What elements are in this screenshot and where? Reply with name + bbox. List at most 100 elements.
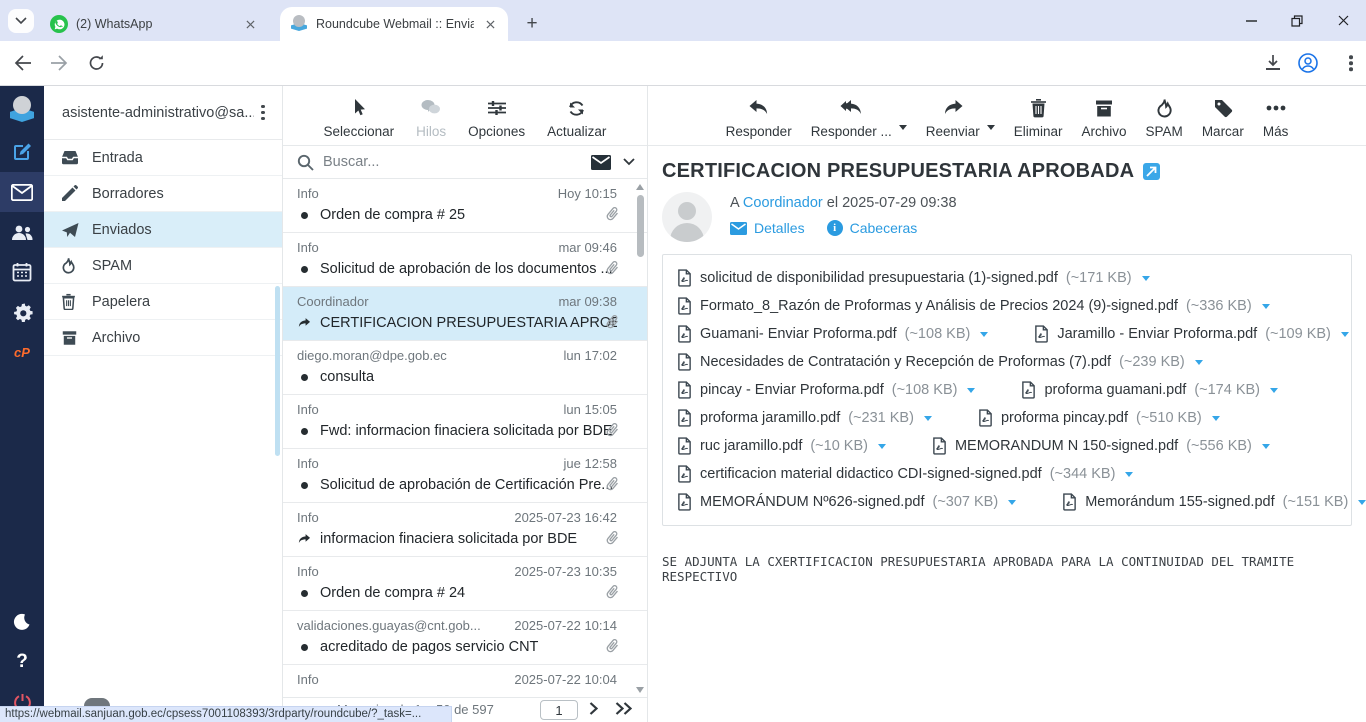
open-in-new-window-icon[interactable] <box>1143 163 1160 180</box>
spam-button[interactable]: SPAM <box>1146 95 1183 139</box>
help-icon[interactable]: ? <box>0 642 44 682</box>
search-scope-envelope-icon[interactable] <box>591 155 611 170</box>
attachment-dropdown-icon[interactable] <box>1262 444 1270 449</box>
forward-dropdown-icon[interactable] <box>987 125 995 130</box>
mark-button[interactable]: Marcar <box>1202 95 1244 139</box>
attachment-dropdown-icon[interactable] <box>1270 388 1278 393</box>
attachment-item[interactable]: Formato_8_Razón de Proformas y Análisis … <box>677 297 1270 315</box>
attachment-item[interactable]: MEMORANDUM N 150-signed.pdf(~556 KB) <box>932 437 1270 455</box>
mail-nav-icon[interactable] <box>0 172 44 212</box>
recipient-link[interactable]: Coordinador <box>743 195 823 211</box>
browser-menu-icon[interactable] <box>1342 55 1360 71</box>
message-list-item[interactable]: Info2025-07-23 16:42informacion finacier… <box>283 503 647 557</box>
attachment-item[interactable]: ruc jaramillo.pdf(~10 KB) <box>677 437 886 455</box>
attachment-item[interactable]: Jaramillo - Enviar Proforma.pdf(~109 KB) <box>1034 325 1349 343</box>
attachment-name[interactable]: certificacion material didactico CDI-sig… <box>700 466 1042 482</box>
attachment-name[interactable]: Memorándum 155-signed.pdf <box>1085 494 1274 510</box>
headers-toggle[interactable]: i Cabeceras <box>827 220 918 236</box>
attachment-name[interactable]: Guamani- Enviar Proforma.pdf <box>700 326 897 342</box>
attachment-item[interactable]: Memorándum 155-signed.pdf(~151 KB) <box>1062 493 1366 511</box>
attachment-item[interactable]: proforma jaramillo.pdf(~231 KB) <box>677 409 932 427</box>
attachment-dropdown-icon[interactable] <box>980 332 988 337</box>
attachment-item[interactable]: proforma pincay.pdf(~510 KB) <box>978 409 1220 427</box>
attachment-dropdown-icon[interactable] <box>1195 360 1203 365</box>
compose-button[interactable] <box>0 132 44 172</box>
attachment-dropdown-icon[interactable] <box>967 388 975 393</box>
attachment-item[interactable]: MEMORÁNDUM Nº626-signed.pdf(~307 KB) <box>677 493 1016 511</box>
next-page-icon[interactable] <box>589 702 598 715</box>
forward-button[interactable] <box>50 55 68 71</box>
refresh-button[interactable]: Actualizar <box>547 95 606 139</box>
sidebar-folder-papelera[interactable]: Papelera <box>44 284 282 320</box>
downloads-icon[interactable] <box>1264 54 1282 72</box>
window-minimize-button[interactable] <box>1228 0 1274 41</box>
reply-all-button[interactable]: Responder ... <box>811 95 892 139</box>
settings-gear-icon[interactable] <box>0 292 44 332</box>
message-list-item[interactable]: Infolun 15:05Fwd: informacion finaciera … <box>283 395 647 449</box>
account-menu-icon[interactable] <box>254 105 272 121</box>
message-list-item[interactable]: Coordinadormar 09:38CERTIFICACION PRESUP… <box>283 287 647 341</box>
threads-button[interactable]: Hilos <box>416 95 446 139</box>
attachment-name[interactable]: ruc jaramillo.pdf <box>700 438 802 454</box>
attachment-dropdown-icon[interactable] <box>1212 416 1220 421</box>
message-list-item[interactable]: InfoHoy 10:15Orden de compra # 25 <box>283 179 647 233</box>
sidebar-folder-borradores[interactable]: Borradores <box>44 176 282 212</box>
sidebar-folder-spam[interactable]: SPAM <box>44 248 282 284</box>
dark-mode-moon-icon[interactable] <box>0 602 44 642</box>
new-tab-button[interactable]: + <box>520 12 544 36</box>
select-button[interactable]: Seleccionar <box>324 95 395 139</box>
scroll-down-icon[interactable] <box>636 687 644 693</box>
attachment-item[interactable]: solicitud de disponibilidad presupuestar… <box>677 269 1150 287</box>
details-toggle[interactable]: Detalles <box>730 220 805 236</box>
page-number-input[interactable] <box>540 700 578 720</box>
back-button[interactable] <box>14 55 32 71</box>
attachment-dropdown-icon[interactable] <box>1358 500 1366 505</box>
tab-roundcube[interactable]: Roundcube Webmail :: Enviados <box>280 7 508 41</box>
folder-pane-scrollbar[interactable] <box>275 286 280 456</box>
message-list-scrollbar[interactable] <box>633 179 647 697</box>
message-list-item[interactable]: Infojue 12:58Solicitud de aprobación de … <box>283 449 647 503</box>
profile-icon[interactable] <box>1298 53 1318 73</box>
tab-whatsapp[interactable]: (2) WhatsApp <box>40 7 268 41</box>
forward-button[interactable]: Reenviar <box>926 95 980 139</box>
sidebar-folder-archivo[interactable]: Archivo <box>44 320 282 356</box>
attachment-name[interactable]: MEMORANDUM N 150-signed.pdf <box>955 438 1178 454</box>
tab-search-button[interactable] <box>8 9 34 33</box>
search-options-chevron-icon[interactable] <box>623 158 635 166</box>
attachment-name[interactable]: proforma guamani.pdf <box>1044 382 1186 398</box>
attachment-dropdown-icon[interactable] <box>1142 276 1150 281</box>
contacts-nav-icon[interactable] <box>0 212 44 252</box>
scroll-up-icon[interactable] <box>636 184 644 190</box>
attachment-item[interactable]: pincay - Enviar Proforma.pdf(~108 KB) <box>677 381 975 399</box>
attachment-item[interactable]: Necesidades de Contratación y Recepción … <box>677 353 1203 371</box>
message-list-item[interactable]: diego.moran@dpe.gob.eclun 17:02consulta <box>283 341 647 395</box>
scrollbar-thumb[interactable] <box>637 195 644 257</box>
attachment-name[interactable]: Jaramillo - Enviar Proforma.pdf <box>1057 326 1257 342</box>
attachment-dropdown-icon[interactable] <box>878 444 886 449</box>
attachment-dropdown-icon[interactable] <box>924 416 932 421</box>
archive-button[interactable]: Archivo <box>1082 95 1127 139</box>
attachment-name[interactable]: solicitud de disponibilidad presupuestar… <box>700 270 1058 286</box>
attachment-dropdown-icon[interactable] <box>1262 304 1270 309</box>
last-page-icon[interactable] <box>615 702 632 715</box>
tab-close-icon[interactable] <box>482 16 498 32</box>
tab-close-icon[interactable] <box>242 16 258 32</box>
attachment-dropdown-icon[interactable] <box>1341 332 1349 337</box>
attachment-dropdown-icon[interactable] <box>1125 472 1133 477</box>
attachment-name[interactable]: MEMORÁNDUM Nº626-signed.pdf <box>700 494 924 510</box>
options-button[interactable]: Opciones <box>468 95 525 139</box>
account-header[interactable]: asistente-administrativo@sa... <box>44 86 282 140</box>
attachment-item[interactable]: certificacion material didactico CDI-sig… <box>677 465 1133 483</box>
message-list-item[interactable]: Infomar 09:46Solicitud de aprobación de … <box>283 233 647 287</box>
message-list-item[interactable]: validaciones.guayas@cnt.gob...2025-07-22… <box>283 611 647 665</box>
sidebar-folder-enviados[interactable]: Enviados <box>44 212 282 248</box>
attachment-name[interactable]: proforma pincay.pdf <box>1001 410 1128 426</box>
search-input[interactable] <box>323 154 591 170</box>
message-list-item[interactable]: Info2025-07-22 10:04 <box>283 665 647 697</box>
delete-button[interactable]: Eliminar <box>1014 95 1063 139</box>
attachment-name[interactable]: Formato_8_Razón de Proformas y Análisis … <box>700 298 1178 314</box>
attachment-item[interactable]: proforma guamani.pdf(~174 KB) <box>1021 381 1278 399</box>
attachment-item[interactable]: Guamani- Enviar Proforma.pdf(~108 KB) <box>677 325 988 343</box>
sidebar-folder-entrada[interactable]: Entrada <box>44 140 282 176</box>
message-list-item[interactable]: Info2025-07-23 10:35Orden de compra # 24 <box>283 557 647 611</box>
